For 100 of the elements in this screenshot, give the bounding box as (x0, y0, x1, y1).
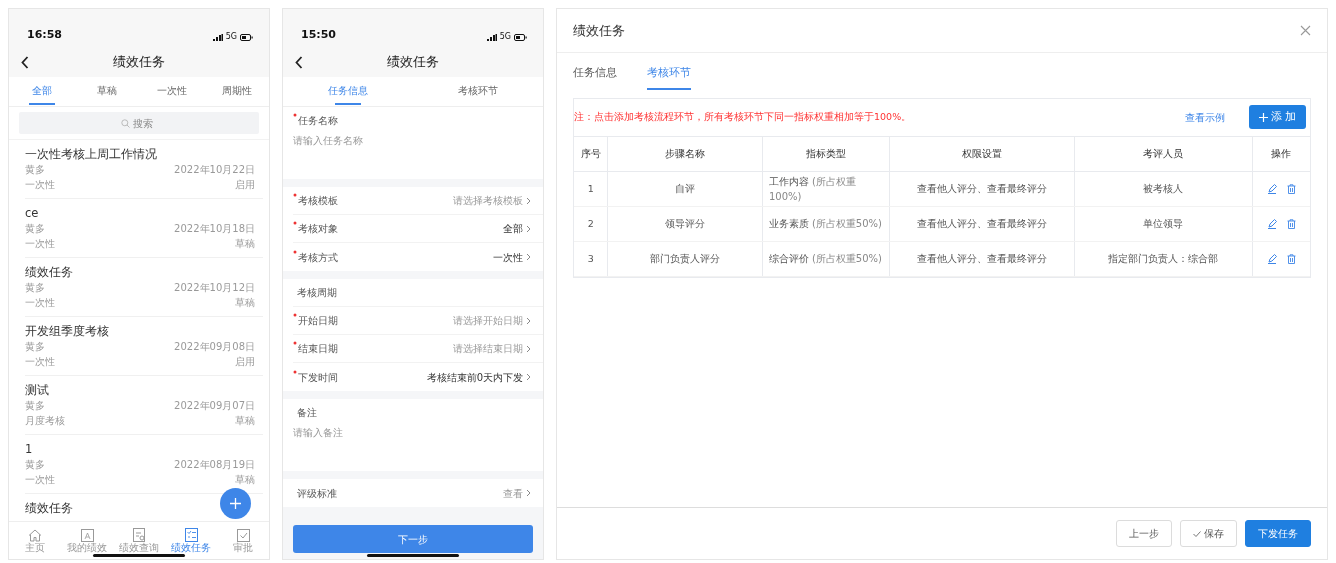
screen-title: 绩效任务 (113, 54, 165, 70)
task-date: 2022年10月22日 (174, 163, 255, 177)
search-field[interactable]: 搜索 (133, 115, 157, 131)
nav-item[interactable]: 绩效查询 (113, 522, 165, 559)
task-status: 启用 (235, 178, 255, 192)
chevron-icon (526, 489, 531, 497)
task-author: 黄多 (25, 163, 45, 177)
dialog-title: 绩效任务 (573, 21, 625, 40)
table-cell: 3 (574, 241, 608, 277)
back-icon[interactable] (295, 55, 303, 69)
document-search-icon (132, 528, 146, 542)
field-label: 考核对象 (293, 221, 338, 236)
select-field[interactable]: 考核结束前0天内下发 (426, 369, 531, 385)
task-status: 草稿 (235, 473, 255, 487)
required-icon (293, 369, 297, 374)
task-title: 一次性考核上周工作情况 (25, 146, 157, 162)
task-date: 2022年09月07日 (174, 399, 255, 413)
task-type: 月度考核 (25, 414, 65, 428)
edit-icon[interactable] (1266, 254, 1277, 264)
field-label: 结束日期 (293, 341, 338, 356)
check-icon (1193, 530, 1201, 537)
signal-icon (486, 33, 497, 41)
task-title: 测试 (25, 382, 49, 398)
close-icon[interactable] (1300, 25, 1311, 36)
chevron-icon (526, 253, 531, 261)
field-label: 考核方式 (293, 249, 338, 265)
field-label: 考核模板 (293, 193, 338, 208)
select-field[interactable]: 请选择考核模板 (453, 193, 531, 208)
add-button[interactable] (220, 488, 251, 519)
task-date: 2022年09月08日 (174, 340, 255, 354)
task-title: 开发组季度考核 (25, 323, 109, 339)
select-field[interactable]: 请选择开始日期 (453, 313, 531, 328)
tab[interactable]: 考核环节 (413, 77, 543, 106)
network-label: 5G (225, 31, 237, 43)
tab[interactable]: 考核环节 (647, 65, 691, 90)
task-status: 启用 (235, 355, 255, 369)
search-icon (121, 118, 130, 128)
select-field[interactable]: 全部 (503, 221, 531, 236)
battery-icon (240, 33, 253, 41)
table-cell: 部门负责人评分 (607, 241, 763, 277)
edit-icon[interactable] (1266, 184, 1277, 194)
tab[interactable]: 一次性 (139, 77, 204, 106)
footer-button[interactable]: 上一步 (1116, 520, 1172, 547)
table-cell: 单位领导 (1074, 206, 1253, 242)
footer-button[interactable]: 下发任务 (1245, 520, 1311, 547)
chevron-icon (526, 316, 531, 325)
select-field[interactable]: 一次性 (493, 249, 531, 265)
table-cell: 查看他人评分、查看最终评分 (889, 171, 1075, 207)
task-title: ce (25, 205, 39, 221)
search-bar[interactable]: 搜索 (19, 112, 259, 134)
delete-icon[interactable] (1286, 254, 1296, 264)
tab[interactable]: 草稿 (74, 77, 139, 106)
nav-item[interactable]: 审批 (217, 522, 269, 559)
column-header: 考评人员 (1074, 136, 1253, 172)
task-author: 黄多 (25, 222, 45, 236)
back-icon[interactable] (21, 55, 29, 69)
task-date: 2022年10月18日 (174, 222, 255, 236)
select-field[interactable]: 查看 (503, 485, 531, 501)
field-label: 开始日期 (293, 313, 338, 328)
table-cell: 综合评价 (所占权重50%) (762, 241, 890, 277)
table-cell: 查看他人评分、查看最终评分 (889, 241, 1075, 277)
chevron-icon (526, 344, 531, 353)
example-link[interactable]: 查看示例 (1184, 109, 1225, 125)
table-cell: 1 (574, 171, 608, 207)
table-cell: 业务素质 (所占权重50%) (762, 206, 890, 242)
text-field[interactable]: 请输入任务名称 (283, 128, 543, 179)
required-icon (293, 221, 297, 225)
nav-item[interactable]: 我的绩效 (61, 522, 113, 559)
tab[interactable]: 任务信息 (283, 77, 413, 106)
footer-button[interactable]: 保存 (1180, 520, 1237, 547)
task-author: 黄多 (25, 458, 45, 472)
field-label: 评级标准 (296, 486, 337, 501)
field-label: 考核周期 (296, 286, 337, 300)
chevron-icon (526, 196, 531, 205)
chevron-icon (526, 373, 531, 381)
table-cell: 被考核人 (1074, 171, 1253, 207)
tab[interactable]: 全部 (9, 77, 74, 106)
signal-icon (212, 33, 223, 41)
task-status: 草稿 (235, 296, 255, 310)
tab[interactable]: 周期性 (204, 77, 269, 106)
nav-item[interactable]: 绩效任务 (165, 522, 217, 559)
document-icon (80, 528, 94, 542)
next-button[interactable]: 下一步 (293, 525, 533, 553)
edit-icon[interactable] (1266, 219, 1277, 229)
add-button[interactable]: 添 加 (1248, 105, 1306, 129)
select-field[interactable]: 请选择结束日期 (453, 341, 531, 356)
plus-icon (230, 498, 241, 509)
task-title: 绩效任务 (25, 264, 73, 280)
field-label: 下发时间 (293, 369, 338, 385)
field-label: 任务名称 (283, 107, 543, 128)
task-author: 黄多 (25, 340, 45, 354)
text-field[interactable]: 请输入备注 (283, 420, 543, 471)
status-time: 15:50 (301, 26, 336, 43)
tab[interactable]: 任务信息 (573, 65, 617, 90)
task-title: 1 (25, 441, 33, 457)
required-icon (293, 249, 297, 254)
delete-icon[interactable] (1286, 184, 1296, 194)
delete-icon[interactable] (1286, 219, 1296, 229)
nav-item[interactable]: 主页 (9, 522, 61, 559)
screen-title: 绩效任务 (387, 54, 439, 70)
